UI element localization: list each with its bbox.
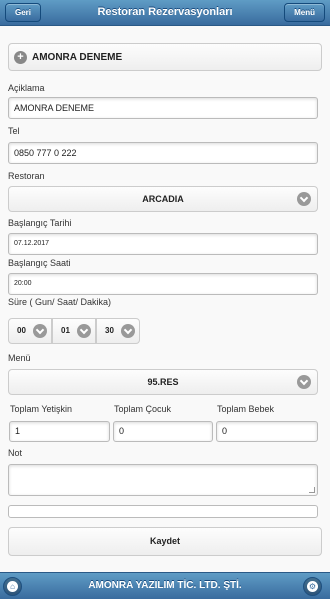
chevron-down-icon xyxy=(121,324,135,338)
resize-handle-icon[interactable] xyxy=(309,487,315,493)
menu-label: Menü xyxy=(8,353,31,363)
toplam-cocuk-input[interactable]: 0 xyxy=(113,421,213,442)
sure-label: Süre ( Gun/ Saat/ Dakika) xyxy=(8,297,112,307)
footer-bar: ⌂ AMONRA YAZILIM TİC. LTD. ŞTİ. ⚙ xyxy=(0,572,330,599)
chevron-down-icon xyxy=(77,324,91,338)
restoran-label: Restoran xyxy=(8,171,45,181)
menu-button[interactable]: Menü xyxy=(284,3,325,22)
gear-icon: ⚙ xyxy=(307,581,318,592)
sure-gun-value: 00 xyxy=(17,326,26,335)
menu-value: 95.RES xyxy=(147,377,179,387)
save-button[interactable]: Kaydet xyxy=(8,527,322,556)
sure-dakika-select[interactable]: 30 xyxy=(96,318,140,344)
chevron-down-icon xyxy=(33,324,47,338)
tel-input[interactable]: 0850 777 0 222 xyxy=(8,142,318,164)
settings-button[interactable]: ⚙ xyxy=(303,577,322,596)
toplam-yetiskin-input[interactable]: 1 xyxy=(9,421,110,442)
toplam-cocuk-label: Toplam Çocuk xyxy=(114,404,172,414)
tel-label: Tel xyxy=(8,126,20,136)
sure-saat-value: 01 xyxy=(61,326,70,335)
toplam-yetiskin-label: Toplam Yetişkin xyxy=(10,404,73,414)
baslangic-saati-label: Başlangıç Saati xyxy=(8,258,71,268)
baslangic-tarihi-input[interactable]: 07.12.2017 xyxy=(8,233,318,255)
not-textarea[interactable] xyxy=(8,464,318,496)
sure-dakika-value: 30 xyxy=(105,326,114,335)
page-title: Restoran Rezervasyonları xyxy=(97,6,233,18)
collapsible-label: AMONRA DENEME xyxy=(32,52,123,63)
not-label: Not xyxy=(8,448,23,458)
sure-gun-select[interactable]: 00 xyxy=(8,318,52,344)
toplam-bebek-input[interactable]: 0 xyxy=(216,421,318,442)
reservation-collapsible[interactable]: + AMONRA DENEME xyxy=(8,43,322,71)
baslangic-tarihi-label: Başlangıç Tarihi xyxy=(8,218,72,228)
extra-input[interactable] xyxy=(8,505,318,518)
aciklama-input[interactable]: AMONRA DENEME xyxy=(8,97,318,119)
chevron-down-icon xyxy=(297,375,311,389)
header-bar: Geri Restoran Rezervasyonları Menü xyxy=(0,0,330,26)
baslangic-saati-input[interactable]: 20:00 xyxy=(8,273,318,295)
chevron-down-icon xyxy=(297,192,311,206)
restoran-value: ARCADIA xyxy=(142,194,184,204)
restoran-select[interactable]: ARCADIA xyxy=(8,186,318,212)
sure-saat-select[interactable]: 01 xyxy=(52,318,96,344)
footer-title: AMONRA YAZILIM TİC. LTD. ŞTİ. xyxy=(88,580,242,591)
toplam-bebek-label: Toplam Bebek xyxy=(217,404,275,414)
aciklama-label: Açiklama xyxy=(8,83,45,93)
plus-icon: + xyxy=(14,51,27,64)
menu-select[interactable]: 95.RES xyxy=(8,369,318,395)
